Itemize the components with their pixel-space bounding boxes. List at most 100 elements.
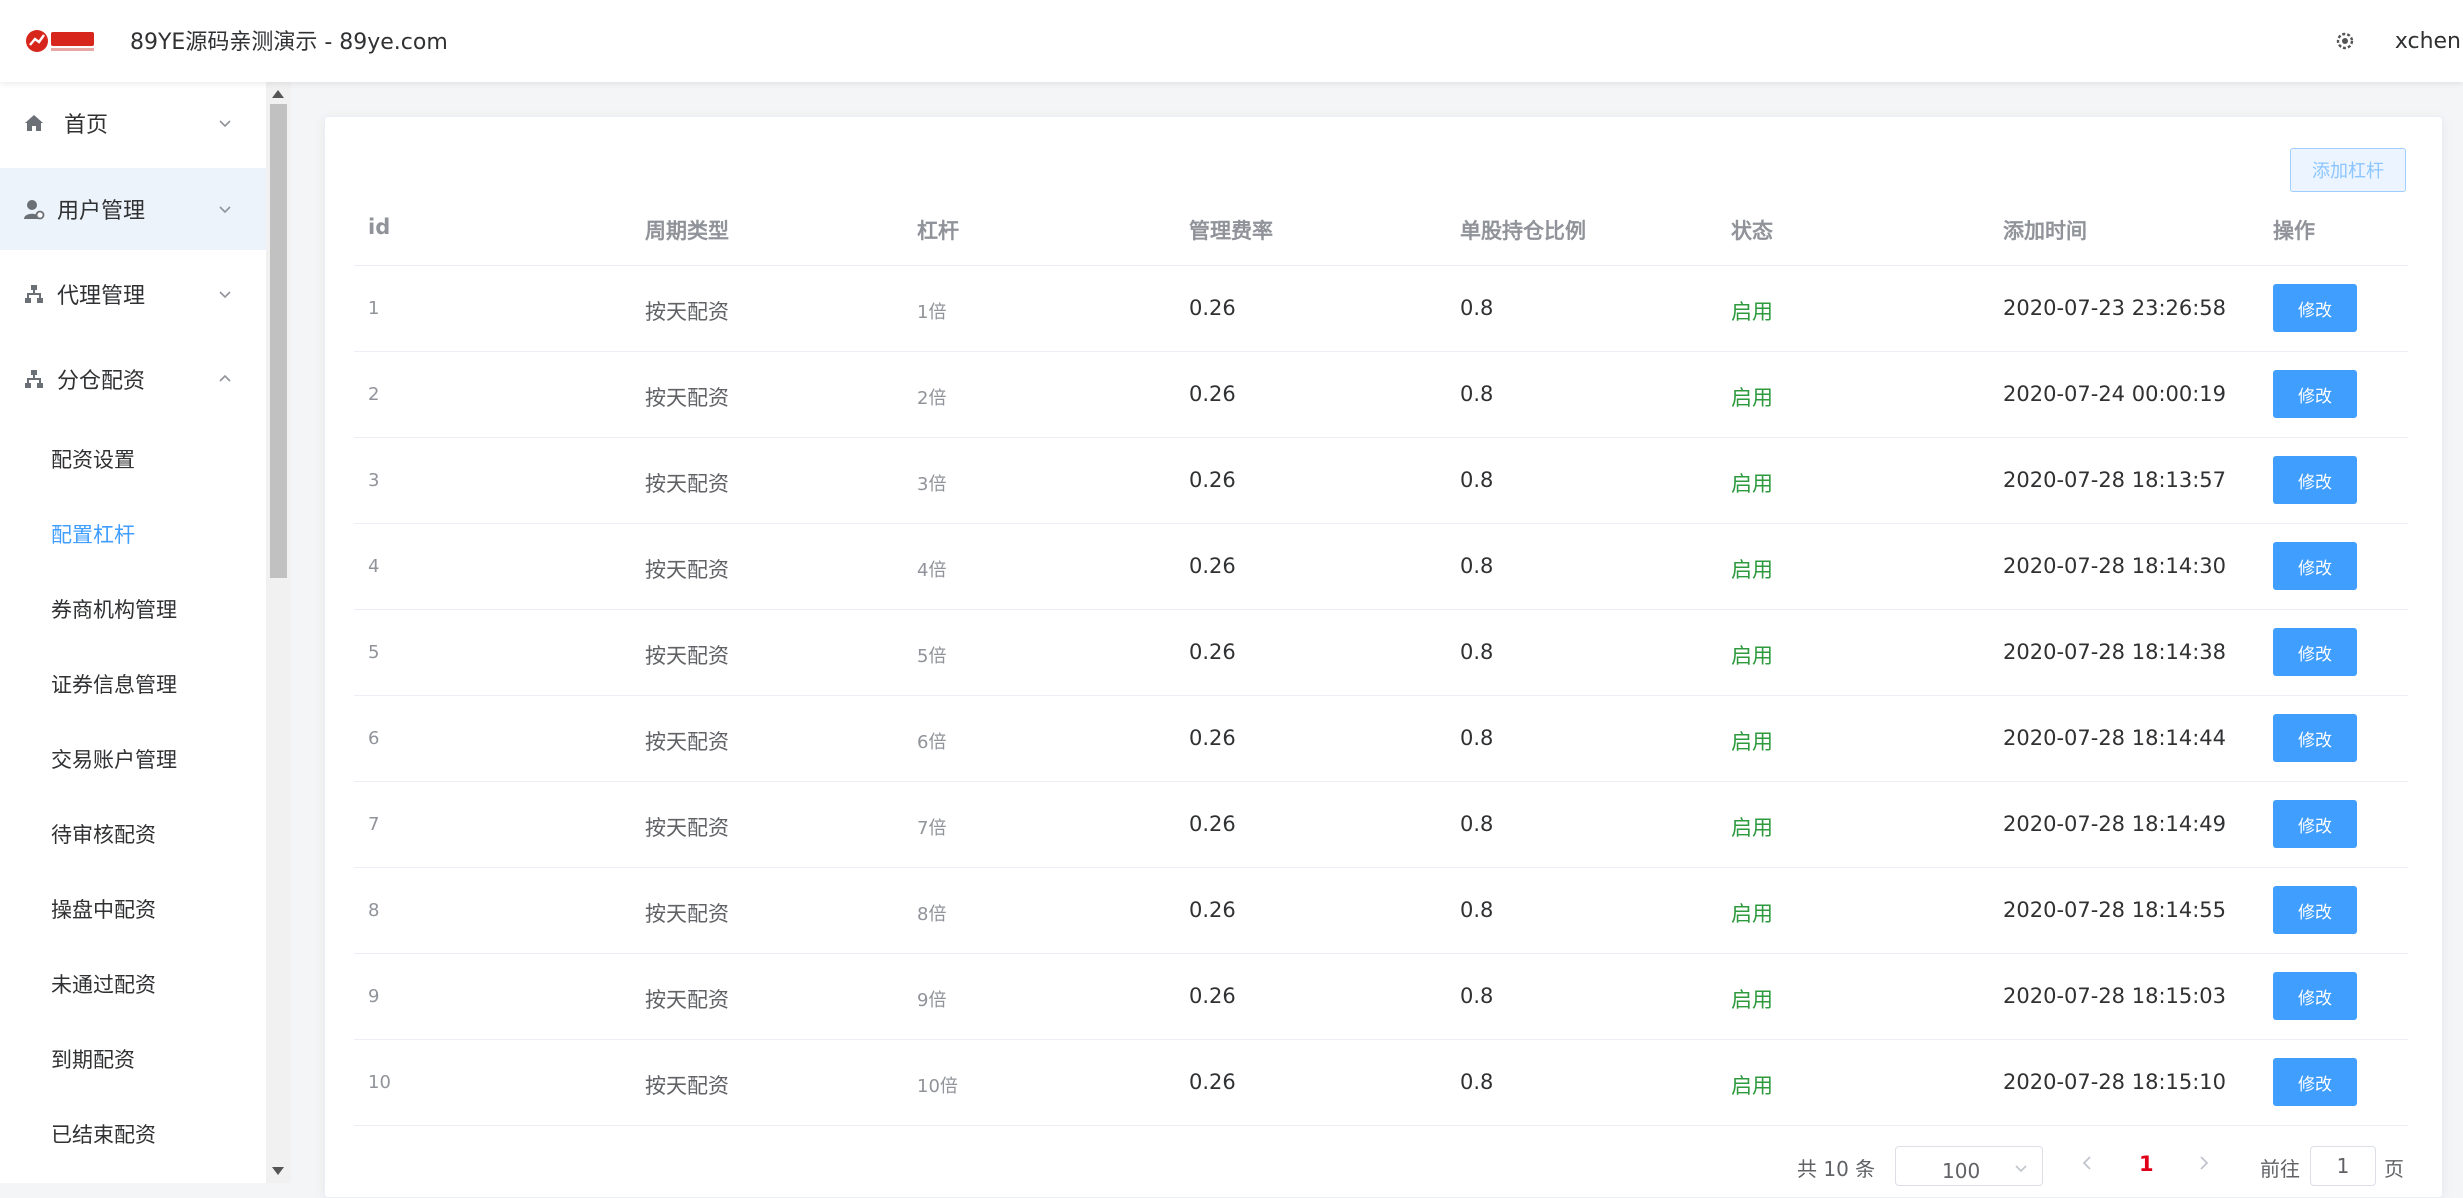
edit-button[interactable]: 修改 <box>2273 370 2357 418</box>
sidebar-subitem-rejected[interactable]: 未通过配资 <box>0 947 266 1021</box>
chevron-down-icon <box>2015 1165 2027 1173</box>
row-fee-rate: 0.26 <box>1189 640 1236 664</box>
sidebar-item-agent-management[interactable]: 代理管理 <box>0 253 266 335</box>
row-leverage: 10倍 <box>917 1076 958 1097</box>
row-id: 9 <box>368 986 380 1007</box>
brand-logo[interactable] <box>24 26 96 56</box>
row-position-ratio: 0.8 <box>1460 1070 1494 1094</box>
row-added-time: 2020-07-28 18:14:49 <box>2003 812 2227 836</box>
row-status: 启用 <box>1731 902 1773 926</box>
scroll-up-arrow-icon[interactable] <box>272 90 284 98</box>
add-leverage-button[interactable]: 添加杠杆 <box>2290 148 2406 192</box>
column-header-added-time[interactable]: 添加时间 <box>2003 215 2087 245</box>
sidebar-subitem-label: 操盘中配资 <box>51 898 156 922</box>
table-header: id 周期类型 杠杆 管理费率 单股持仓比例 状态 添加时间 操作 <box>354 195 2408 266</box>
page-size-select[interactable]: 100 <box>1895 1146 2043 1186</box>
goto-page-input[interactable] <box>2310 1146 2376 1186</box>
edit-button[interactable]: 修改 <box>2273 972 2357 1020</box>
edit-button[interactable]: 修改 <box>2273 886 2357 934</box>
row-status: 启用 <box>1731 386 1773 410</box>
row-fee-rate: 0.26 <box>1189 382 1236 406</box>
page-size-value: 100 <box>1942 1159 1981 1183</box>
column-header-leverage[interactable]: 杠杆 <box>917 215 959 245</box>
edit-button[interactable]: 修改 <box>2273 456 2357 504</box>
row-added-time: 2020-07-28 18:14:30 <box>2003 554 2227 578</box>
table-row: 6 按天配资 6倍 0.26 0.8 启用 2020-07-28 18:14:44 修改 <box>354 696 2408 782</box>
row-period-type: 按天配资 <box>645 988 729 1012</box>
sidebar-subitem-label: 券商机构管理 <box>51 598 177 622</box>
user-name[interactable]: xchen <box>2395 29 2461 54</box>
row-added-time: 2020-07-28 18:15:03 <box>2003 984 2227 1008</box>
sidebar-subitem-trading-accounts[interactable]: 交易账户管理 <box>0 722 266 796</box>
column-header-period-type[interactable]: 周期类型 <box>645 215 729 245</box>
sidebar-subitem-broker-management[interactable]: 券商机构管理 <box>0 572 266 646</box>
row-fee-rate: 0.26 <box>1189 726 1236 750</box>
page-suffix-label: 页 <box>2384 1157 2404 1181</box>
row-leverage: 6倍 <box>917 732 947 753</box>
chevron-down-icon <box>219 291 231 299</box>
row-id: 2 <box>368 384 380 405</box>
edit-button[interactable]: 修改 <box>2273 628 2357 676</box>
settings-gear-icon[interactable] <box>2333 29 2357 53</box>
row-period-type: 按天配资 <box>645 816 729 840</box>
table-row: 10 按天配资 10倍 0.26 0.8 启用 2020-07-28 18:15:10 修改 <box>354 1040 2408 1126</box>
row-status: 启用 <box>1731 472 1773 496</box>
pagination: 共 10 条 100 1 前往 页 <box>0 1140 2463 1186</box>
edit-button[interactable]: 修改 <box>2273 284 2357 332</box>
row-period-type: 按天配资 <box>645 902 729 926</box>
row-fee-rate: 0.26 <box>1189 296 1236 320</box>
row-status: 启用 <box>1731 558 1773 582</box>
row-leverage: 3倍 <box>917 474 947 495</box>
column-header-id[interactable]: id <box>368 215 390 239</box>
column-header-status[interactable]: 状态 <box>1731 215 1773 245</box>
table-body: 1 按天配资 1倍 0.26 0.8 启用 2020-07-23 23:26:58 修改 2 按天… <box>354 266 2408 1126</box>
sidebar-scrollbar[interactable] <box>266 82 291 1183</box>
sidebar-item-split-funding[interactable]: 分仓配资 <box>0 338 266 420</box>
scrollbar-thumb[interactable] <box>270 104 287 578</box>
top-header: 89YE源码亲测演示 - 89ye.com xchen <box>0 0 2463 82</box>
chevron-down-icon <box>219 206 231 214</box>
row-period-type: 按天配资 <box>645 386 729 410</box>
row-period-type: 按天配资 <box>645 644 729 668</box>
sidebar-item-home[interactable]: 首页 <box>0 82 266 164</box>
next-page-chevron-icon[interactable] <box>2195 1154 2213 1172</box>
row-fee-rate: 0.26 <box>1189 812 1236 836</box>
row-id: 5 <box>368 642 380 663</box>
row-position-ratio: 0.8 <box>1460 296 1494 320</box>
table-row: 4 按天配资 4倍 0.26 0.8 启用 2020-07-28 18:14:30 修改 <box>354 524 2408 610</box>
table-row: 7 按天配资 7倍 0.26 0.8 启用 2020-07-28 18:14:49 修改 <box>354 782 2408 868</box>
row-added-time: 2020-07-28 18:14:55 <box>2003 898 2227 922</box>
sidebar-subitem-funding-settings[interactable]: 配资设置 <box>0 422 266 496</box>
sidebar-subitem-pending-review[interactable]: 待审核配资 <box>0 797 266 871</box>
column-header-fee-rate[interactable]: 管理费率 <box>1189 215 1273 245</box>
row-added-time: 2020-07-28 18:14:44 <box>2003 726 2227 750</box>
row-period-type: 按天配资 <box>645 730 729 754</box>
edit-button[interactable]: 修改 <box>2273 1058 2357 1106</box>
column-header-position-ratio[interactable]: 单股持仓比例 <box>1460 215 1586 245</box>
edit-button[interactable]: 修改 <box>2273 714 2357 762</box>
row-status: 启用 <box>1731 1074 1773 1098</box>
sidebar-item-user-management[interactable]: 用户管理 <box>0 168 266 250</box>
sidebar-subitem-leverage-config[interactable]: 配置杠杆 <box>0 497 266 571</box>
sidebar-subitem-label: 未通过配资 <box>51 973 156 997</box>
sidebar-subitem-expired[interactable]: 到期配资 <box>0 1022 266 1096</box>
row-added-time: 2020-07-28 18:15:10 <box>2003 1070 2227 1094</box>
edit-button[interactable]: 修改 <box>2273 542 2357 590</box>
app-title: 89YE源码亲测演示 - 89ye.com <box>130 30 448 55</box>
chevron-up-icon <box>219 374 231 382</box>
current-page-number[interactable]: 1 <box>2139 1152 2154 1176</box>
pagination-total: 共 10 条 <box>1797 1157 1876 1181</box>
row-fee-rate: 0.26 <box>1189 984 1236 1008</box>
sidebar-subitem-in-trading[interactable]: 操盘中配资 <box>0 872 266 946</box>
row-leverage: 5倍 <box>917 646 947 667</box>
row-position-ratio: 0.8 <box>1460 554 1494 578</box>
sidebar-item-label: 代理管理 <box>57 284 146 309</box>
prev-page-chevron-icon[interactable] <box>2078 1154 2096 1172</box>
leverage-table: id 周期类型 杠杆 管理费率 单股持仓比例 状态 添加时间 操作 1 按天配资 1… <box>354 195 2408 1126</box>
row-position-ratio: 0.8 <box>1460 640 1494 664</box>
sidebar-subitem-label: 到期配资 <box>51 1048 135 1072</box>
edit-button[interactable]: 修改 <box>2273 800 2357 848</box>
row-period-type: 按天配资 <box>645 558 729 582</box>
row-period-type: 按天配资 <box>645 1074 729 1098</box>
sidebar-subitem-securities-info[interactable]: 证券信息管理 <box>0 647 266 721</box>
